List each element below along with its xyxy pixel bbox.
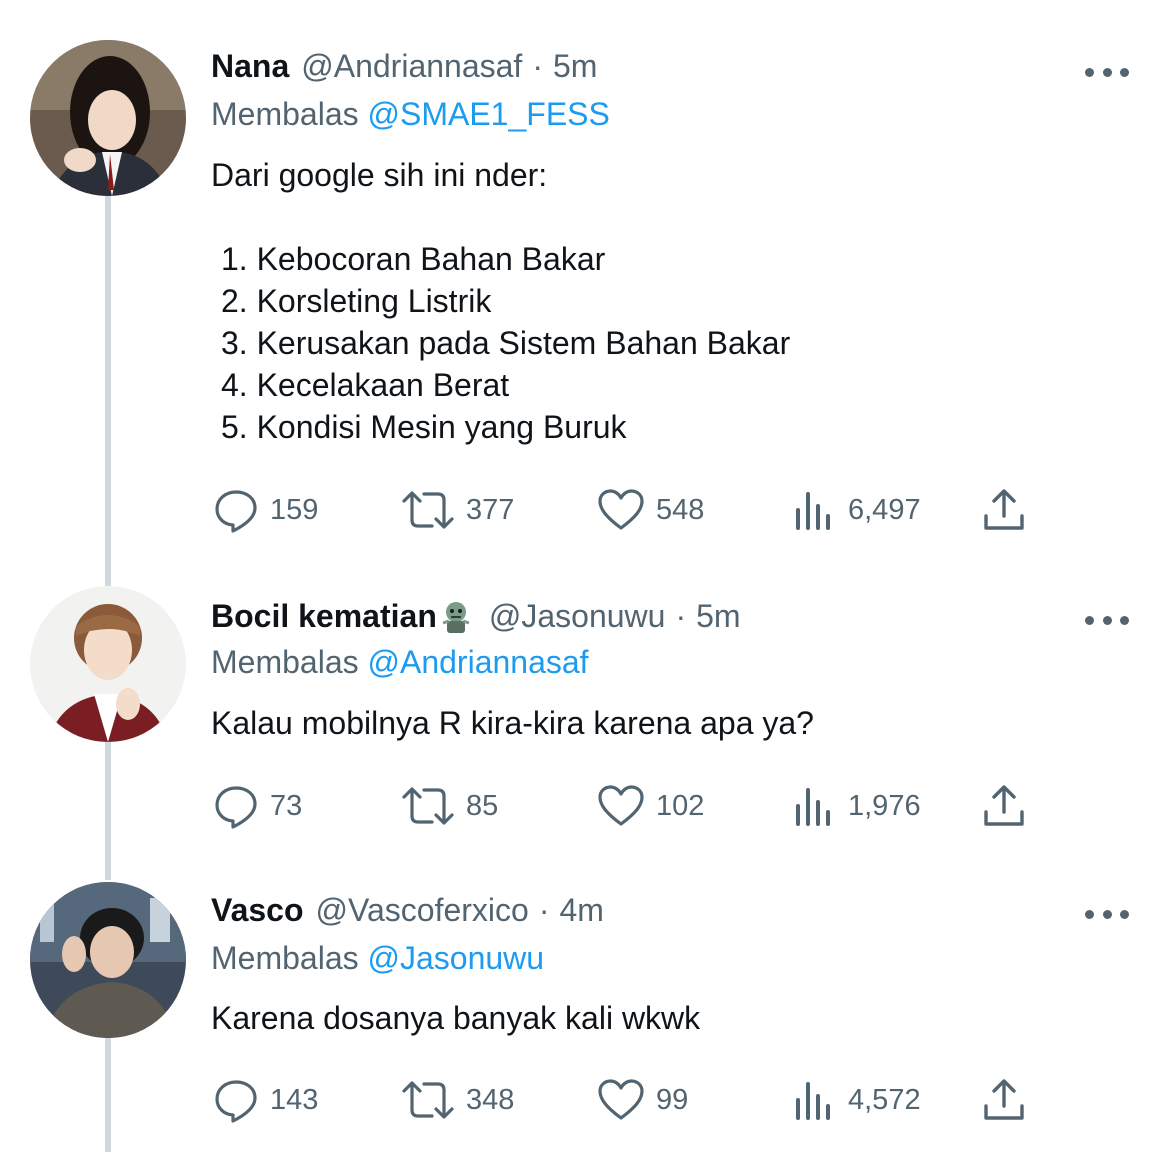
- user-handle[interactable]: @Vascoferxico: [316, 890, 529, 930]
- tweet-actions: 73 85 102 1,976: [0, 782, 1170, 830]
- share-icon: [984, 785, 1024, 826]
- display-name[interactable]: Vasco: [211, 890, 304, 930]
- views-icon: [796, 1082, 830, 1120]
- views-button[interactable]: 1,976: [790, 782, 921, 830]
- list-item: 2. Korsleting Listrik: [221, 283, 492, 319]
- tweet-list: 1. Kebocoran Bahan Bakar 2. Korsleting L…: [221, 238, 790, 448]
- tweet-actions: 143 348 99 4,572: [0, 1076, 1170, 1124]
- views-count: 6,497: [848, 493, 921, 526]
- zombie-emoji: [442, 602, 470, 633]
- like-button[interactable]: 548: [596, 486, 704, 534]
- replying-to: Membalas @Jasonuwu: [211, 938, 544, 978]
- timestamp[interactable]: 5m: [696, 596, 740, 636]
- list-item: 5. Kondisi Mesin yang Buruk: [221, 409, 627, 445]
- list-item: 3. Kerusakan pada Sistem Bahan Bakar: [221, 325, 791, 361]
- like-icon: [598, 785, 644, 826]
- like-button[interactable]: 102: [596, 782, 704, 830]
- user-handle[interactable]: @Jasonuwu: [489, 596, 666, 636]
- avatar[interactable]: [30, 586, 186, 742]
- retweet-button[interactable]: 348: [400, 1076, 514, 1124]
- mention-link[interactable]: @Andriannasaf: [368, 644, 589, 680]
- separator: ·: [538, 892, 550, 928]
- views-count: 1,976: [848, 789, 921, 822]
- views-count: 4,572: [848, 1083, 921, 1116]
- share-button[interactable]: [980, 486, 1028, 534]
- timestamp[interactable]: 4m: [559, 890, 603, 930]
- display-name[interactable]: Nana: [211, 46, 289, 86]
- reply-button[interactable]: 159: [212, 486, 318, 534]
- like-count: 102: [656, 789, 705, 822]
- like-count: 99: [656, 1083, 689, 1116]
- tweet-header: Nana @Andriannasaf · 5m: [211, 46, 597, 86]
- views-button[interactable]: 6,497: [790, 486, 921, 534]
- replying-to-label: Membalas: [211, 940, 359, 976]
- reply-icon: [215, 1080, 257, 1123]
- retweet-icon: [402, 787, 454, 825]
- mention-link[interactable]: @Jasonuwu: [368, 940, 545, 976]
- timestamp[interactable]: 5m: [553, 46, 597, 86]
- more-icon[interactable]: [1085, 904, 1129, 924]
- avatar[interactable]: [30, 40, 186, 196]
- replying-to: Membalas @SMAE1_FESS: [211, 94, 610, 134]
- separator: ·: [532, 48, 543, 84]
- mention-link[interactable]: @SMAE1_FESS: [368, 96, 610, 132]
- tweet-text: Karena dosanya banyak kali wkwk: [211, 1000, 701, 1036]
- reply-count: 73: [270, 789, 303, 822]
- reply-count: 159: [270, 493, 319, 526]
- like-count: 548: [656, 493, 705, 526]
- tweet-text: Dari google sih ini nder:: [211, 157, 548, 193]
- retweet-button[interactable]: 377: [400, 486, 514, 534]
- reply-count: 143: [270, 1083, 319, 1116]
- tweet-header: Vasco @Vascoferxico · 4m: [211, 890, 604, 930]
- like-icon: [598, 489, 644, 530]
- reply-icon: [215, 786, 257, 829]
- retweet-count: 377: [466, 493, 515, 526]
- share-button[interactable]: [980, 782, 1028, 830]
- list-item: 4. Kecelakaan Berat: [221, 367, 510, 403]
- tweet-text: Kalau mobilnya R kira-kira karena apa ya…: [211, 705, 814, 741]
- replying-to-label: Membalas: [211, 644, 359, 680]
- tweet-header: Bocil kematian @Jasonuwu · 5m: [211, 596, 741, 636]
- retweet-icon: [402, 1081, 454, 1119]
- replying-to-label: Membalas: [211, 96, 359, 132]
- views-icon: [796, 788, 830, 826]
- tweet-actions: 159 377 548 6,497: [0, 486, 1170, 534]
- separator: ·: [675, 598, 687, 634]
- more-icon[interactable]: [1085, 610, 1129, 630]
- retweet-count: 85: [466, 789, 499, 822]
- more-icon[interactable]: [1085, 62, 1129, 82]
- user-handle[interactable]: @Andriannasaf: [301, 46, 522, 86]
- retweet-button[interactable]: 85: [400, 782, 498, 830]
- views-button[interactable]: 4,572: [790, 1076, 921, 1124]
- like-icon: [598, 1079, 644, 1120]
- reply-button[interactable]: 143: [212, 1076, 318, 1124]
- display-name[interactable]: Bocil kematian: [211, 596, 437, 636]
- share-button[interactable]: [980, 1076, 1028, 1124]
- reply-button[interactable]: 73: [212, 782, 302, 830]
- reply-icon: [215, 490, 257, 533]
- share-icon: [984, 1079, 1024, 1120]
- replying-to: Membalas @Andriannasaf: [211, 642, 589, 682]
- avatar[interactable]: [30, 882, 186, 1038]
- list-item: 1. Kebocoran Bahan Bakar: [221, 241, 606, 277]
- views-icon: [796, 492, 830, 530]
- like-button[interactable]: 99: [596, 1076, 688, 1124]
- reply-thread: Nana @Andriannasaf · 5m Membalas @SMAE1_…: [0, 0, 1170, 1152]
- share-icon: [984, 489, 1024, 530]
- retweet-icon: [402, 491, 454, 529]
- retweet-count: 348: [466, 1083, 515, 1116]
